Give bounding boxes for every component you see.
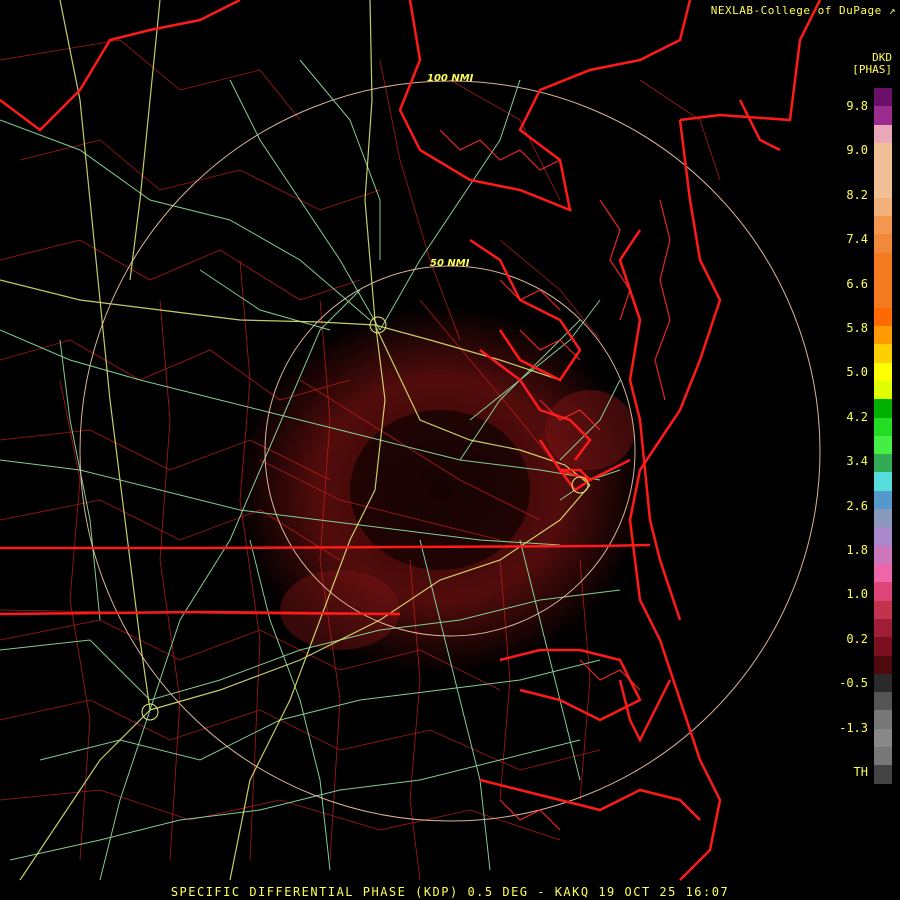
- color-scale-swatch: [874, 545, 892, 565]
- radar-map: [0, 0, 822, 881]
- color-scale-swatch: [874, 234, 892, 254]
- color-scale-swatch: [874, 289, 892, 309]
- color-scale-swatch: [874, 252, 892, 272]
- color-scale-swatch: [874, 582, 892, 602]
- product-caption: SPECIFIC DIFFERENTIAL PHASE (KDP) 0.5 DE…: [170, 885, 730, 899]
- color-scale-swatch: [874, 655, 892, 675]
- color-scale-swatch: [874, 179, 892, 199]
- legend-tick-label: TH: [853, 765, 868, 779]
- color-scale-swatch: [874, 692, 892, 711]
- color-scale-swatch: [874, 399, 892, 419]
- credit-text: NEXLAB-College of DuPage: [710, 4, 882, 17]
- color-scale-swatch: [874, 728, 892, 748]
- legend-tick-label: 7.4: [846, 232, 868, 247]
- color-scale-swatch: [874, 326, 892, 345]
- color-scale-swatch: [874, 637, 892, 657]
- legend-tick-label: 9.0: [846, 143, 868, 158]
- external-link-icon: ↗: [888, 4, 896, 17]
- color-scale-swatch: [874, 161, 892, 181]
- range-ring-label-100: 100 NMI: [427, 73, 474, 84]
- legend-header: DKD [PHAS]: [852, 52, 892, 76]
- legend-tick-label: 0.2: [846, 631, 868, 646]
- color-scale-swatch: [874, 362, 892, 382]
- color-scale-swatch: [874, 380, 892, 400]
- color-scale-swatch: [874, 490, 892, 510]
- color-scale-swatch: [874, 106, 892, 126]
- credit-label[interactable]: NEXLAB-College of DuPage ↗: [711, 4, 896, 17]
- legend-tick-label: 9.8: [846, 99, 868, 113]
- legend-tick-label: -0.5: [839, 676, 868, 691]
- color-scale-swatch: [874, 307, 892, 327]
- color-scale-swatch: [874, 710, 892, 730]
- color-scale-swatch: [874, 783, 892, 803]
- legend-tick-label: 6.6: [846, 276, 868, 291]
- range-ring-label-50: 50 NMI: [430, 258, 470, 269]
- color-scale-swatch: [874, 454, 892, 473]
- legend-tick-label: 3.4: [846, 454, 868, 469]
- color-scale-swatch: [874, 271, 892, 290]
- color-scale-swatch: [874, 435, 892, 455]
- legend-tick-label: 2.6: [846, 498, 868, 513]
- color-scale-swatch: [874, 216, 892, 235]
- legend-tick-label: -1.3: [839, 720, 868, 735]
- color-scale-swatch: [874, 618, 892, 638]
- color-scale-swatch: [874, 600, 892, 620]
- legend-tick-label: 4.2: [846, 409, 868, 424]
- legend-tick-label: 5.8: [846, 321, 868, 335]
- legend-units: [PHAS]: [852, 63, 892, 76]
- legend-tick-label: 1.8: [846, 543, 868, 557]
- color-scale-swatch: [874, 673, 892, 693]
- color-scale-swatch: [874, 124, 892, 144]
- color-scale-swatch: [874, 197, 892, 217]
- color-scale-swatch: [874, 509, 892, 528]
- color-scale-swatch: [874, 765, 892, 785]
- legend-tick-label: 8.2: [846, 187, 868, 202]
- color-scale-swatch: [874, 747, 892, 766]
- color-scale-swatch: [874, 527, 892, 547]
- color-scale-bar: [874, 88, 892, 803]
- color-scale-swatch: [874, 344, 892, 364]
- color-scale-swatch: [874, 142, 892, 162]
- color-scale-swatch: [874, 472, 892, 492]
- legend-tick-label: 5.0: [846, 365, 868, 380]
- color-scale-swatch: [874, 564, 892, 583]
- color-scale-swatch: [874, 417, 892, 437]
- legend-tick-label: 1.0: [846, 587, 868, 602]
- color-scale-swatch: [874, 88, 892, 107]
